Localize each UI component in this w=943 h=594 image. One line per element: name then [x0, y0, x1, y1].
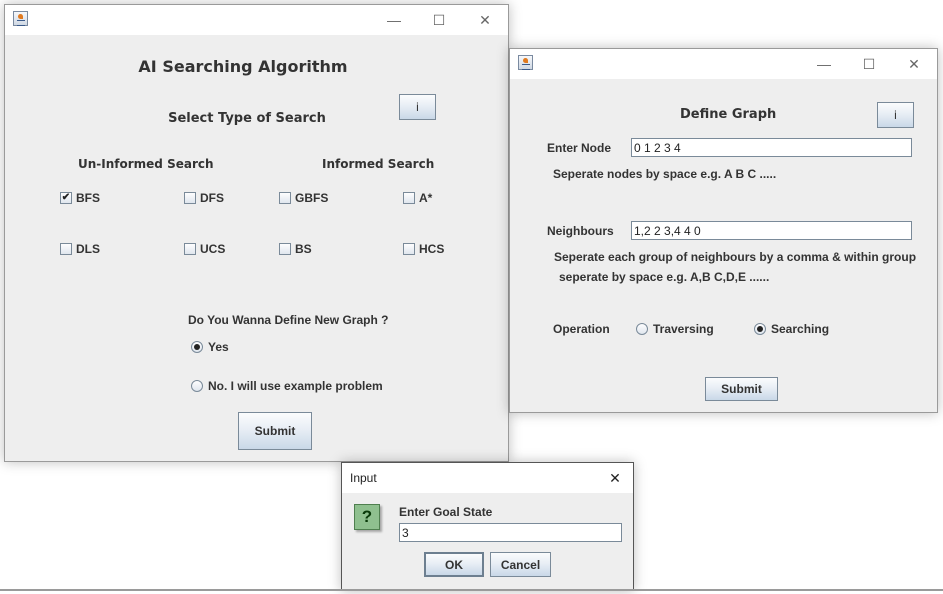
- dialog-titlebar: Input ✕: [342, 463, 633, 493]
- checkbox-box[interactable]: [279, 192, 291, 204]
- checkbox-gbfs[interactable]: GBFS: [279, 191, 328, 205]
- radio-label: No. I will use example problem: [208, 379, 383, 393]
- java-cup-icon: [13, 11, 28, 26]
- close-button[interactable]: ✕: [595, 463, 635, 493]
- checkbox-box[interactable]: [60, 243, 72, 255]
- close-button[interactable]: ✕: [462, 5, 508, 35]
- radio-label: Searching: [771, 322, 830, 336]
- checkbox-dfs[interactable]: DFS: [184, 191, 224, 205]
- checkbox-label: DFS: [200, 191, 224, 205]
- checkbox-bs[interactable]: BS: [279, 242, 312, 256]
- checkbox-label: GBFS: [295, 191, 329, 205]
- main-window: — ☐ ✕ AI Searching Algorithm i Select Ty…: [4, 4, 509, 462]
- radio-dot[interactable]: [754, 323, 766, 335]
- enter-node-label: Enter Node: [547, 141, 612, 155]
- define-graph-heading: Define Graph: [680, 107, 777, 122]
- checkbox-label: BS: [295, 242, 312, 256]
- java-cup-icon: [518, 55, 533, 70]
- main-heading: AI Searching Algorithm: [138, 57, 348, 76]
- radio-dot[interactable]: [636, 323, 648, 335]
- maximize-button[interactable]: ☐: [416, 5, 462, 35]
- checkbox-label: BFS: [76, 191, 100, 205]
- checkbox-box[interactable]: [184, 243, 196, 255]
- ok-button[interactable]: OK: [424, 552, 484, 577]
- graph-submit-button[interactable]: Submit: [705, 377, 778, 401]
- main-submit-button[interactable]: Submit: [238, 412, 312, 450]
- checkbox-box[interactable]: [403, 243, 415, 255]
- checkbox-bfs[interactable]: ✔ BFS: [60, 191, 100, 205]
- close-button[interactable]: ✕: [891, 49, 937, 79]
- neighbours-hint-line2: seperate by space e.g. A,B C,D,E ......: [559, 270, 770, 284]
- goal-state-input[interactable]: [399, 523, 622, 542]
- checkbox-box[interactable]: [184, 192, 196, 204]
- minimize-button[interactable]: —: [801, 49, 847, 79]
- define-graph-window: — ☐ ✕ Define Graph i Enter Node Seperate…: [509, 48, 938, 413]
- dialog-title: Input: [350, 471, 377, 485]
- uninformed-search-label: Un-Informed Search: [78, 157, 214, 171]
- radio-label: Yes: [208, 340, 229, 354]
- radio-no[interactable]: No. I will use example problem: [191, 379, 383, 393]
- checkbox-astar[interactable]: A*: [403, 191, 432, 205]
- goal-state-prompt: Enter Goal State: [399, 505, 493, 519]
- radio-label: Traversing: [653, 322, 714, 336]
- cancel-button[interactable]: Cancel: [490, 552, 551, 577]
- desktop-edge-divider: [0, 589, 943, 591]
- radio-dot[interactable]: [191, 380, 203, 392]
- checkbox-label: A*: [419, 191, 433, 205]
- neighbours-hint-line1: Seperate each group of neighbours by a c…: [554, 250, 917, 264]
- checkbox-box[interactable]: [279, 243, 291, 255]
- define-graph-question: Do You Wanna Define New Graph ?: [188, 313, 389, 327]
- operation-label: Operation: [553, 322, 610, 336]
- neighbours-label: Neighbours: [547, 224, 614, 238]
- checkbox-label: DLS: [76, 242, 100, 256]
- radio-yes[interactable]: Yes: [191, 340, 229, 354]
- informed-search-label: Informed Search: [322, 157, 435, 171]
- maximize-button[interactable]: ☐: [846, 49, 892, 79]
- node-hint: Seperate nodes by space e.g. A B C .....: [553, 167, 777, 181]
- checkbox-box[interactable]: [403, 192, 415, 204]
- checkbox-ucs[interactable]: UCS: [184, 242, 225, 256]
- neighbours-input[interactable]: [631, 221, 912, 240]
- checkbox-label: UCS: [200, 242, 226, 256]
- minimize-button[interactable]: —: [371, 5, 417, 35]
- input-dialog: Input ✕ ? Enter Goal State OK Cancel: [341, 462, 634, 591]
- main-titlebar: — ☐ ✕: [5, 5, 508, 35]
- checkbox-hcs[interactable]: HCS: [403, 242, 444, 256]
- question-icon: ?: [354, 504, 380, 530]
- radio-traversing[interactable]: Traversing: [636, 322, 714, 336]
- graph-titlebar: — ☐ ✕: [510, 49, 937, 79]
- radio-dot[interactable]: [191, 341, 203, 353]
- checkbox-dls[interactable]: DLS: [60, 242, 100, 256]
- select-type-heading: Select Type of Search: [168, 111, 326, 126]
- info-button[interactable]: i: [877, 102, 914, 128]
- checkbox-box[interactable]: ✔: [60, 192, 72, 204]
- checkbox-label: HCS: [419, 242, 445, 256]
- enter-node-input[interactable]: [631, 138, 912, 157]
- radio-searching[interactable]: Searching: [754, 322, 829, 336]
